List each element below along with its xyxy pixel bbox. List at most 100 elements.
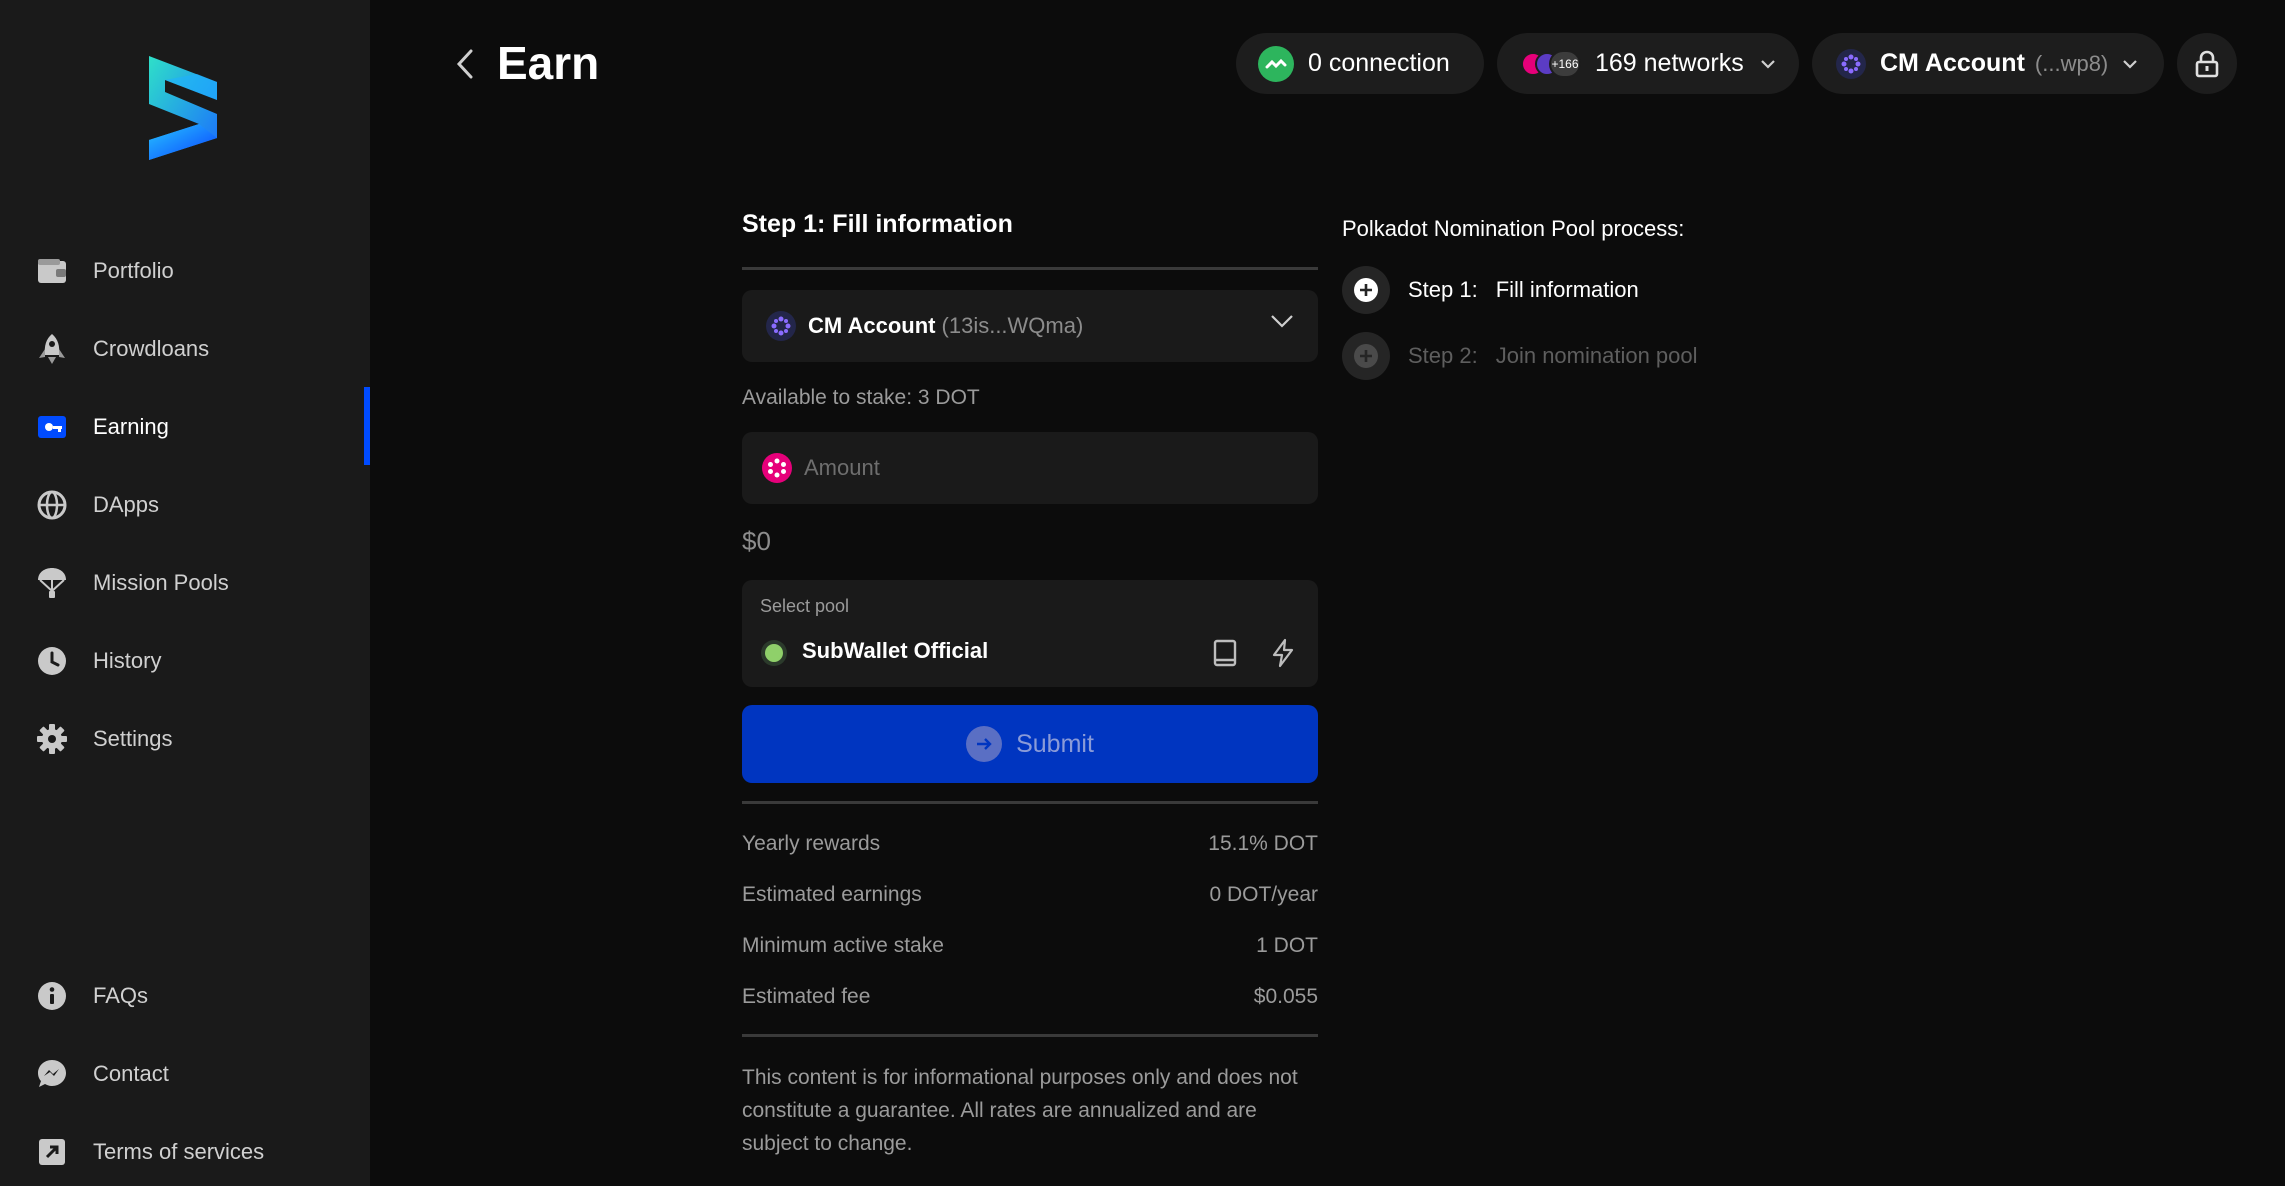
submit-label: Submit <box>1016 729 1094 758</box>
pool-select[interactable]: Select pool SubWallet Official <box>742 580 1318 687</box>
info-row-estimated-earnings: Estimated earnings 0 DOT/year <box>742 869 1318 920</box>
sidebar-item-label: Crowdloans <box>93 336 210 361</box>
app-root: Portfolio Crowdloans Earning DApps Missi… <box>0 0 2285 1186</box>
stake-form: Step 1: Fill information CM Account (13i… <box>742 210 1318 1160</box>
sidebar-item-label: Portfolio <box>93 258 174 283</box>
sidebar-item-portfolio[interactable]: Portfolio <box>0 241 370 301</box>
info-value: $0.055 <box>1253 984 1318 1008</box>
step-title: Step 1: Fill information <box>742 210 1013 238</box>
parachute-icon <box>36 567 68 599</box>
account-selector[interactable]: CM Account (...wp8) <box>1812 33 2164 94</box>
connection-label: 0 connection <box>1308 49 1450 77</box>
account-avatar-icon <box>766 311 796 341</box>
active-indicator <box>364 387 370 465</box>
process-panel: Polkadot Nomination Pool process: Step 1… <box>1342 216 1762 380</box>
sidebar-item-contact[interactable]: Contact <box>0 1044 370 1104</box>
account-name: CM Account <box>808 313 936 338</box>
back-button[interactable] <box>450 44 480 84</box>
network-logos-icon: +166 <box>1521 49 1583 78</box>
step-number: Step 2: <box>1408 343 1478 368</box>
page-title: Earn <box>497 37 600 89</box>
sidebar-item-label: Earning <box>93 414 169 439</box>
plus-circle-icon <box>1354 344 1378 368</box>
info-value: 0 DOT/year <box>1209 882 1318 906</box>
chevron-down-icon <box>1271 315 1293 328</box>
account-avatar-icon <box>1836 48 1866 79</box>
pool-avatar-icon <box>760 639 788 667</box>
lock-icon <box>2195 50 2219 77</box>
account-address: (13is...WQma) <box>941 313 1084 338</box>
info-label: Yearly rewards <box>742 831 881 855</box>
chevron-down-icon <box>1760 59 1775 69</box>
sidebar-item-label: DApps <box>93 492 160 517</box>
usd-value: $0 <box>742 526 771 556</box>
sidebar-item-faqs[interactable]: FAQs <box>0 966 370 1026</box>
info-value: 1 DOT <box>1256 933 1318 957</box>
globe-icon <box>36 489 68 521</box>
divider <box>742 1034 1318 1037</box>
step-text: Join nomination pool <box>1495 343 1698 368</box>
info-row-yearly-rewards: Yearly rewards 15.1% DOT <box>742 818 1318 869</box>
step-text: Fill information <box>1495 277 1639 302</box>
subwallet-logo[interactable] <box>145 52 221 162</box>
connection-button[interactable]: 0 connection <box>1236 33 1484 94</box>
lock-button[interactable] <box>2177 33 2237 94</box>
amount-input[interactable] <box>804 455 1284 481</box>
available-balance: Available to stake: 3 DOT <box>742 386 980 409</box>
gear-icon <box>36 723 68 755</box>
sidebar: Portfolio Crowdloans Earning DApps Missi… <box>0 0 370 1186</box>
sidebar-item-history[interactable]: History <box>0 631 370 691</box>
sidebar-item-label: Contact <box>93 1061 169 1086</box>
network-count-badge: +166 <box>1549 49 1581 78</box>
chat-icon <box>36 1058 68 1090</box>
account-name: CM Account <box>1880 49 2025 77</box>
sidebar-item-label: Settings <box>93 726 173 751</box>
info-row-estimated-fee: Estimated fee $0.055 <box>742 971 1318 1022</box>
external-link-icon <box>36 1136 68 1168</box>
process-step-1: Step 1: Fill information <box>1342 266 1639 314</box>
step-circle <box>1342 266 1390 314</box>
info-label: Minimum active stake <box>742 933 944 957</box>
chevron-left-icon <box>456 49 473 79</box>
sidebar-item-mission-pools[interactable]: Mission Pools <box>0 553 370 613</box>
pool-label: Select pool <box>760 596 850 616</box>
divider <box>742 801 1318 804</box>
info-value: 15.1% DOT <box>1208 831 1318 855</box>
rocket-icon <box>36 333 68 365</box>
account-address: (...wp8) <box>2034 50 2109 76</box>
sidebar-item-crowdloans[interactable]: Crowdloans <box>0 319 370 379</box>
info-label: Estimated fee <box>742 984 871 1008</box>
sidebar-item-label: Mission Pools <box>93 570 229 595</box>
earning-icon <box>36 411 68 443</box>
sidebar-item-label: FAQs <box>93 983 149 1008</box>
account-select[interactable]: CM Account (13is...WQma) <box>742 290 1318 362</box>
amount-field[interactable] <box>742 432 1318 504</box>
sidebar-item-dapps[interactable]: DApps <box>0 475 370 535</box>
book-icon[interactable] <box>1210 638 1240 668</box>
process-step-2: Step 2: Join nomination pool <box>1342 332 1698 380</box>
pool-name: SubWallet Official <box>802 638 989 663</box>
networks-label: 169 networks <box>1595 49 1744 77</box>
disclaimer-text: This content is for informational purpos… <box>742 1066 1298 1155</box>
clock-icon <box>36 645 68 677</box>
step-circle <box>1342 332 1390 380</box>
process-title: Polkadot Nomination Pool process: <box>1342 216 1685 241</box>
chevron-down-icon <box>2123 59 2138 69</box>
wallet-icon <box>36 255 68 287</box>
sidebar-item-label: Terms of services <box>93 1139 265 1164</box>
info-icon <box>36 980 68 1012</box>
info-label: Estimated earnings <box>742 882 922 906</box>
sidebar-item-terms[interactable]: Terms of services <box>0 1122 370 1182</box>
info-row-minimum-stake: Minimum active stake 1 DOT <box>742 920 1318 971</box>
divider <box>742 267 1318 270</box>
sidebar-item-earning[interactable]: Earning <box>0 397 370 457</box>
arrow-right-icon <box>966 726 1003 762</box>
step-number: Step 1: <box>1408 277 1478 302</box>
network-selector[interactable]: +166 169 networks <box>1497 33 1799 94</box>
plus-circle-icon <box>1354 278 1378 302</box>
sidebar-item-label: History <box>93 648 162 673</box>
sidebar-item-settings[interactable]: Settings <box>0 709 370 769</box>
connection-icon <box>1258 45 1294 82</box>
submit-button[interactable]: Submit <box>742 705 1318 783</box>
lightning-icon[interactable] <box>1268 638 1298 668</box>
